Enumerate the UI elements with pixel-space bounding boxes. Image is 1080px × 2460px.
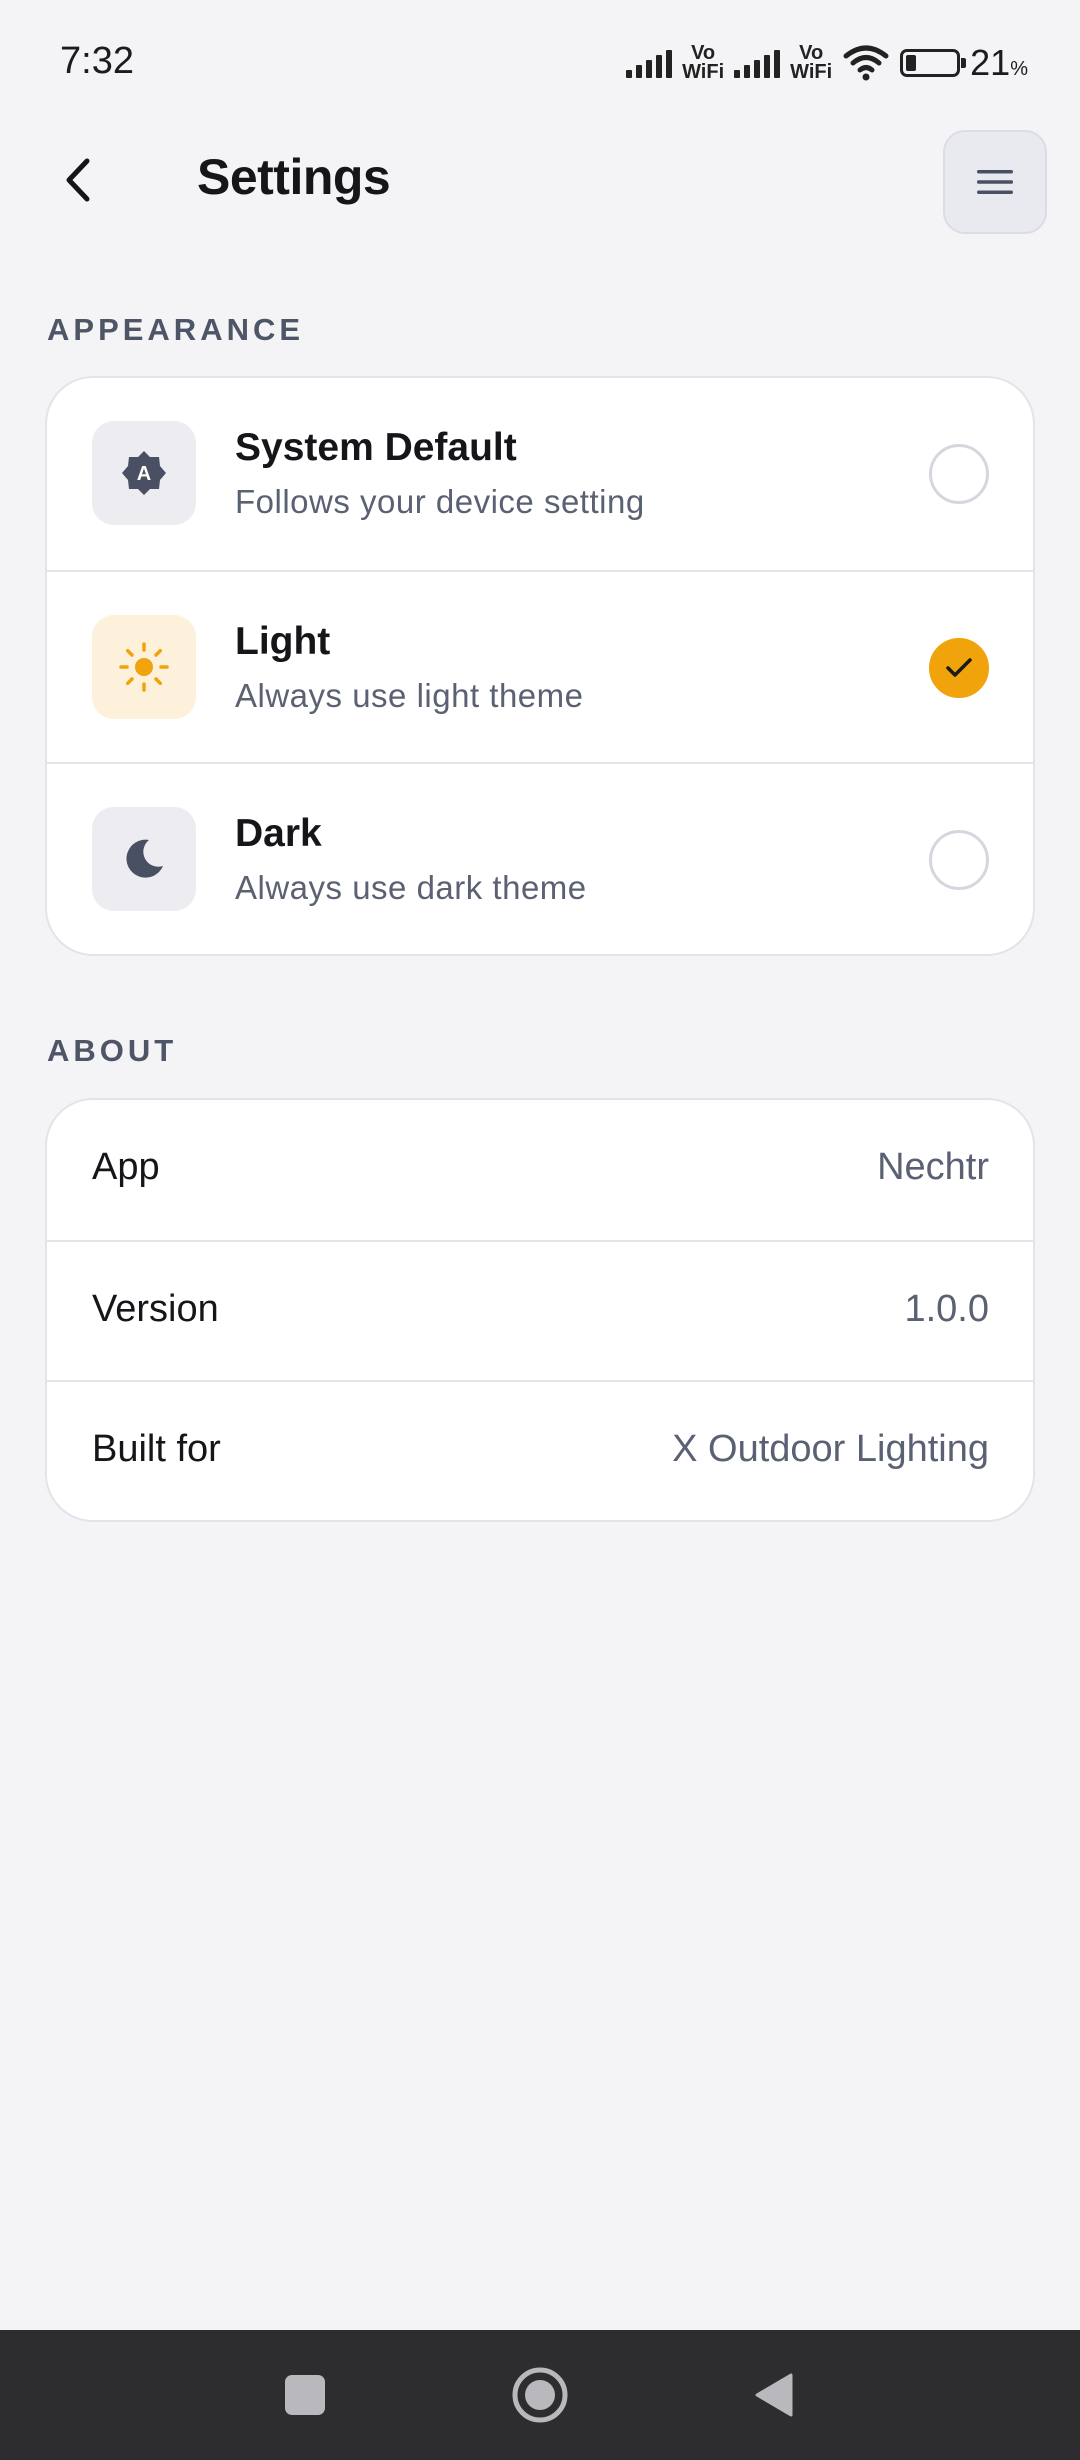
- about-label: Version: [92, 1288, 219, 1330]
- page-title: Settings: [197, 149, 391, 205]
- sun-icon: [119, 642, 169, 692]
- signal-icon-2: [734, 48, 781, 78]
- battery-icon: [900, 49, 967, 77]
- checkmark-icon: [946, 658, 972, 677]
- radio-light-selected[interactable]: [929, 638, 989, 698]
- menu-button[interactable]: [943, 130, 1047, 234]
- nav-back-button[interactable]: [733, 2355, 813, 2435]
- about-value: Nechtr: [877, 1146, 989, 1188]
- about-card: App Nechtr Version 1.0.0 Built for X Out…: [45, 1098, 1035, 1522]
- chevron-left-icon: [66, 158, 90, 202]
- theme-icon-box: [92, 807, 196, 911]
- recents-button[interactable]: [265, 2355, 345, 2435]
- about-row-app: App Nechtr: [47, 1100, 1033, 1240]
- about-row-built-for: Built for X Outdoor Lighting: [47, 1380, 1033, 1520]
- theme-option-subtitle: Always use dark theme: [235, 869, 587, 906]
- back-button[interactable]: [48, 145, 108, 215]
- about-value: X Outdoor Lighting: [672, 1428, 989, 1470]
- theme-option-system-default[interactable]: A System Default Follows your device set…: [47, 378, 1033, 570]
- about-row-version: Version 1.0.0: [47, 1240, 1033, 1380]
- system-nav-bar: [0, 2330, 1080, 2460]
- circle-home-icon: [512, 2367, 568, 2423]
- moon-icon: [126, 839, 163, 878]
- auto-theme-icon: A: [122, 451, 166, 495]
- theme-option-light[interactable]: Light Always use light theme: [47, 570, 1033, 762]
- battery-percent: 21%: [970, 42, 1028, 83]
- theme-option-subtitle: Follows your device setting: [235, 483, 645, 520]
- about-label: Built for: [92, 1428, 221, 1470]
- square-recents-icon: [285, 2375, 325, 2415]
- status-icons: Vo WiFi Vo WiFi 21%: [626, 38, 1028, 88]
- about-label: App: [92, 1146, 160, 1188]
- status-time: 7:32: [60, 40, 134, 82]
- radio-dark[interactable]: [929, 830, 989, 890]
- theme-option-dark[interactable]: Dark Always use dark theme: [47, 762, 1033, 954]
- home-button[interactable]: [500, 2355, 580, 2435]
- hamburger-menu-icon: [977, 170, 1013, 194]
- svg-text:A: A: [137, 463, 151, 485]
- theme-option-subtitle: Always use light theme: [235, 677, 584, 714]
- about-section-label: ABOUT: [47, 1033, 178, 1068]
- theme-option-title: Dark: [235, 812, 322, 855]
- theme-icon-box: [92, 615, 196, 719]
- vowifi-indicator: Vo WiFi: [682, 42, 725, 83]
- theme-option-title: Light: [235, 620, 331, 663]
- appearance-card: A System Default Follows your device set…: [45, 376, 1035, 956]
- wifi-icon: [843, 45, 889, 81]
- signal-icon: [626, 48, 673, 78]
- theme-icon-box: A: [92, 421, 196, 525]
- triangle-back-icon: [755, 2373, 793, 2417]
- status-bar: 7:32 Vo WiFi Vo WiFi 21%: [0, 0, 1080, 120]
- radio-system-default[interactable]: [929, 444, 989, 504]
- appearance-section-label: APPEARANCE: [47, 312, 305, 347]
- theme-option-title: System Default: [235, 426, 517, 469]
- about-value: 1.0.0: [904, 1288, 989, 1330]
- vowifi-indicator-2: Vo WiFi: [790, 42, 833, 83]
